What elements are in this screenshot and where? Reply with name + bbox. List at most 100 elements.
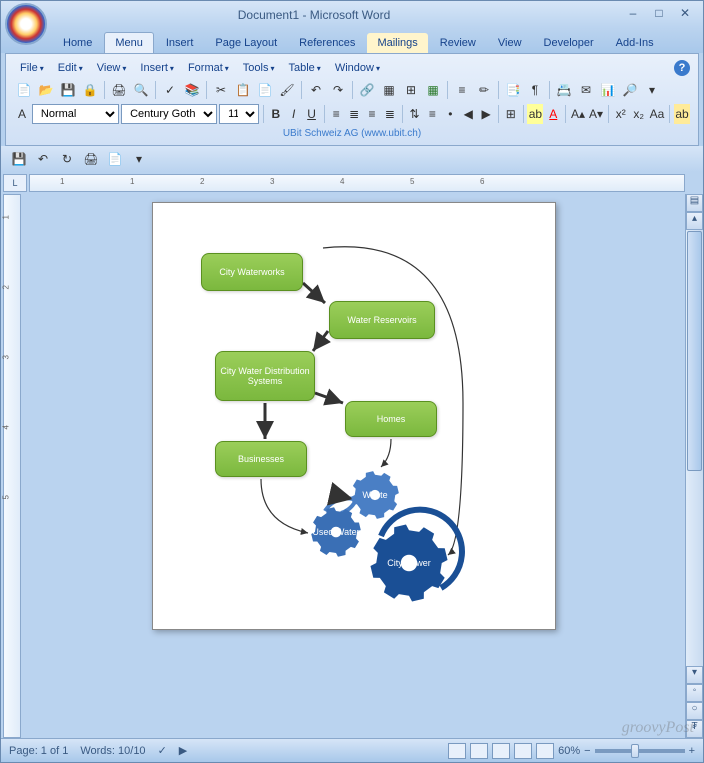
undo-icon[interactable]: ↶ (306, 80, 326, 100)
tab-references[interactable]: References (289, 33, 365, 53)
menu-edit[interactable]: Edit ▾ (52, 60, 89, 76)
ruler-toggle-icon[interactable]: ▤ (686, 194, 703, 212)
subscript-icon[interactable]: x₂ (631, 104, 647, 124)
outline-view-icon[interactable] (514, 743, 532, 759)
office-button[interactable] (5, 3, 47, 45)
qat-preview-icon[interactable]: 📄 (105, 149, 125, 169)
qat-print-icon[interactable]: 🖨 (81, 149, 101, 169)
menu-view[interactable]: View ▾ (91, 60, 133, 76)
zoom-level[interactable]: 60% (558, 745, 580, 757)
tab-view[interactable]: View (488, 33, 532, 53)
research-icon[interactable]: 📚 (182, 80, 202, 100)
zoom-in-icon[interactable]: + (689, 745, 695, 757)
tab-mailings[interactable]: Mailings (367, 33, 427, 53)
copy-icon[interactable]: 📋 (233, 80, 253, 100)
word-count[interactable]: Words: 10/10 (80, 745, 145, 757)
decrease-indent-icon[interactable]: ◀ (460, 104, 476, 124)
document-area[interactable]: City Waterworks Water Reservoirs City Wate… (23, 194, 685, 738)
qat-save-icon[interactable]: 💾 (9, 149, 29, 169)
maximize-button[interactable]: □ (647, 6, 671, 24)
prev-page-icon[interactable]: ◦ (686, 684, 703, 702)
change-case-icon[interactable]: Aa (649, 104, 666, 124)
tab-insert[interactable]: Insert (156, 33, 204, 53)
gear-2[interactable]: City Sewer (367, 521, 451, 605)
menu-format[interactable]: Format ▾ (182, 60, 235, 76)
qat-customize-icon[interactable]: ▾ (129, 149, 149, 169)
tab-page-layout[interactable]: Page Layout (205, 33, 287, 53)
find-icon[interactable]: 🔎 (620, 80, 640, 100)
menu-tools[interactable]: Tools ▾ (237, 60, 281, 76)
permission-icon[interactable]: 🔒 (80, 80, 100, 100)
menu-table[interactable]: Table ▾ (283, 60, 327, 76)
align-left-icon[interactable]: ≡ (328, 104, 344, 124)
paste-icon[interactable]: 📄 (255, 80, 275, 100)
zoom-slider[interactable] (595, 749, 685, 753)
table-icon[interactable]: ▦ (379, 80, 399, 100)
print-layout-view-icon[interactable] (448, 743, 466, 759)
print-icon[interactable]: 🖨 (109, 80, 129, 100)
redo-icon[interactable]: ↷ (328, 80, 348, 100)
macro-icon[interactable]: ▶ (179, 744, 187, 757)
spell-check-icon[interactable]: ✓ (158, 744, 167, 757)
bold-button[interactable]: B (268, 104, 284, 124)
full-screen-view-icon[interactable] (470, 743, 488, 759)
menu-expand-icon[interactable]: ▾ (642, 80, 662, 100)
tab-menu[interactable]: Menu (104, 32, 154, 53)
page[interactable]: City Waterworks Water Reservoirs City Wate… (152, 202, 556, 630)
format-painter-icon[interactable]: 🖌 (277, 80, 297, 100)
zoom-thumb[interactable] (631, 744, 639, 758)
qat-undo-icon[interactable]: ↶ (33, 149, 53, 169)
numbering-icon[interactable]: ≡ (424, 104, 440, 124)
close-button[interactable]: ✕ (673, 6, 697, 24)
increase-indent-icon[interactable]: ▶ (478, 104, 494, 124)
page-indicator[interactable]: Page: 1 of 1 (9, 745, 68, 757)
menu-file[interactable]: File ▾ (14, 60, 50, 76)
tab-developer[interactable]: Developer (534, 33, 604, 53)
flow-box-4[interactable]: Businesses (215, 441, 307, 477)
italic-button[interactable]: I (286, 104, 302, 124)
envelope-icon[interactable]: ✉ (576, 80, 596, 100)
tab-add-ins[interactable]: Add-Ins (606, 33, 664, 53)
lang-icon[interactable]: ab (674, 104, 690, 124)
menu-insert[interactable]: Insert ▾ (134, 60, 180, 76)
flow-box-0[interactable]: City Waterworks (201, 253, 303, 291)
superscript-icon[interactable]: x² (613, 104, 629, 124)
draft-view-icon[interactable] (536, 743, 554, 759)
flow-box-1[interactable]: Water Reservoirs (329, 301, 435, 339)
styles-icon[interactable]: A (14, 104, 30, 124)
help-icon[interactable]: ? (674, 60, 690, 76)
ruler-horizontal[interactable]: 1123456 (29, 174, 685, 192)
tables-borders-icon[interactable]: ⊞ (401, 80, 421, 100)
flow-box-2[interactable]: City Water Distribution Systems (215, 351, 315, 401)
excel-icon[interactable]: ▦ (423, 80, 443, 100)
borders-icon[interactable]: ⊞ (503, 104, 519, 124)
scrollbar-vertical[interactable]: ▤ ▴ ▾ ◦ ○ ₮ (685, 194, 703, 738)
font-color-icon[interactable]: A (545, 104, 561, 124)
ruler-corner[interactable]: L (3, 174, 27, 192)
tab-home[interactable]: Home (53, 33, 102, 53)
web-layout-view-icon[interactable] (492, 743, 510, 759)
save-icon[interactable]: 💾 (58, 80, 78, 100)
columns-icon[interactable]: ≡ (452, 80, 472, 100)
hyperlink-icon[interactable]: 🔗 (357, 80, 377, 100)
shrink-font-icon[interactable]: A▾ (588, 104, 604, 124)
tab-review[interactable]: Review (430, 33, 486, 53)
menu-window[interactable]: Window ▾ (329, 60, 386, 76)
font-select[interactable]: Century Goth (121, 104, 217, 124)
spell-icon[interactable]: ✓ (160, 80, 180, 100)
doc-map-icon[interactable]: 📑 (503, 80, 523, 100)
drawing-icon[interactable]: ✏ (474, 80, 494, 100)
scroll-up-icon[interactable]: ▴ (686, 212, 703, 230)
line-spacing-icon[interactable]: ⇅ (407, 104, 423, 124)
preview-icon[interactable]: 🔍 (131, 80, 151, 100)
new-doc-icon[interactable]: 📄 (14, 80, 34, 100)
scroll-down-icon[interactable]: ▾ (686, 666, 703, 684)
bullets-icon[interactable]: • (442, 104, 458, 124)
align-right-icon[interactable]: ≡ (364, 104, 380, 124)
open-icon[interactable]: 📂 (36, 80, 56, 100)
chart-icon[interactable]: 📊 (598, 80, 618, 100)
underline-button[interactable]: U (304, 104, 320, 124)
browse-object-icon[interactable]: ○ (686, 702, 703, 720)
gear-1[interactable]: Used Water (309, 505, 363, 559)
minimize-button[interactable]: – (621, 6, 645, 24)
